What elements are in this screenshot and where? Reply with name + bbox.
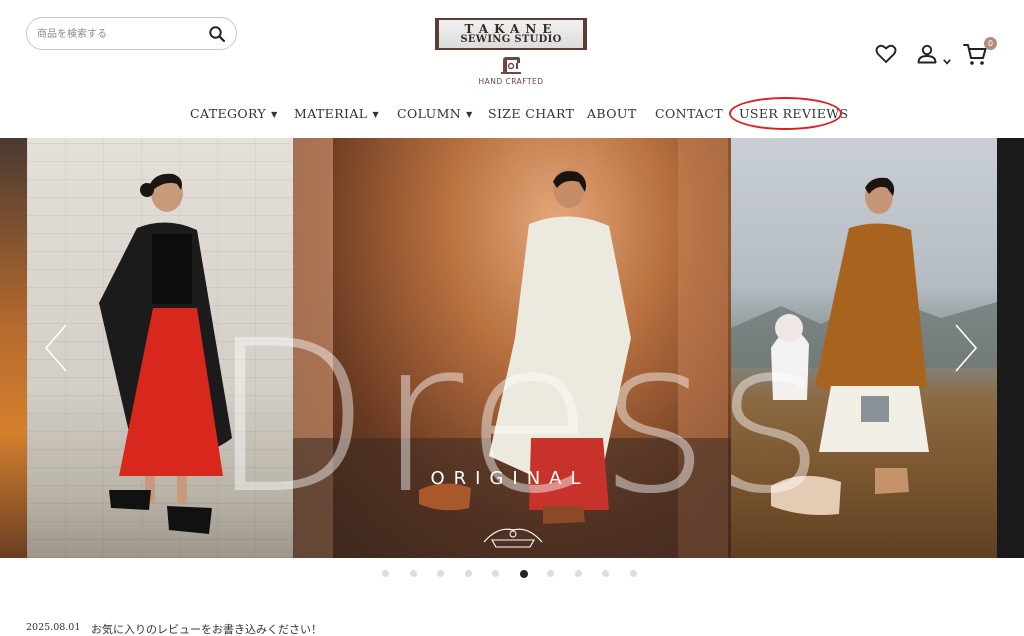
logo-signboard: TAKANE SEWING STUDIO — [435, 18, 587, 50]
heart-icon[interactable] — [875, 44, 897, 68]
slider-dot[interactable] — [547, 570, 554, 577]
nav-item-label: CONTACT — [655, 106, 724, 121]
slider-dot[interactable] — [437, 570, 444, 577]
slider-pagination — [0, 569, 1024, 580]
nav-item-label: COLUMN — [397, 106, 462, 121]
chevron-down-icon: ▼ — [372, 110, 380, 119]
slider-dot[interactable] — [382, 570, 389, 577]
chevron-down-icon: ▼ — [271, 110, 278, 119]
slider-prev-arrow-icon[interactable] — [44, 323, 68, 373]
logo-tagline: HAND CRAFTED — [478, 77, 544, 86]
slide-headline: Dress — [209, 295, 831, 540]
cart-count-badge: 0 — [984, 37, 997, 50]
chevron-down-icon: ▼ — [466, 110, 473, 119]
search-input[interactable] — [37, 25, 207, 43]
nav-item-label: CATEGORY — [190, 106, 267, 121]
hero-slider: Dress ORIGINAL — [0, 138, 1024, 558]
slider-dot[interactable] — [519, 569, 528, 578]
search-icon[interactable] — [208, 25, 226, 43]
news-date: 2025.08.01 — [26, 622, 81, 633]
handcrafted-badge-icon — [483, 528, 543, 548]
nav-item-about[interactable]: ABOUT — [587, 104, 637, 124]
news-item[interactable]: 2025.08.01 お気に入りのレビューをお書き込みください！ — [26, 621, 1006, 636]
logo-subtitle: SEWING STUDIO — [460, 34, 562, 45]
slider-next-arrow-icon[interactable] — [954, 323, 978, 373]
nav-item-material[interactable]: MATERIAL ▼ — [294, 104, 379, 125]
slide-subtitle: ORIGINAL — [430, 468, 590, 489]
cart-icon[interactable] — [963, 43, 987, 71]
sewing-machine-icon — [501, 57, 521, 74]
slider-dot[interactable] — [602, 570, 609, 577]
highlight-annotation-ring — [729, 97, 842, 130]
site-logo[interactable]: TAKANE SEWING STUDIO HAND CRAFTED — [435, 16, 587, 90]
slide-image-partial-right — [997, 138, 1024, 558]
slider-dot[interactable] — [629, 570, 637, 577]
user-icon[interactable] — [916, 43, 938, 69]
slider-dot[interactable] — [574, 570, 582, 577]
search-bar — [26, 17, 237, 50]
nav-item-category[interactable]: CATEGORY ▼ — [190, 104, 278, 125]
nav-item-size-chart[interactable]: SIZE CHART — [488, 104, 574, 124]
slider-dot[interactable] — [492, 570, 499, 577]
slide-image-partial-left — [0, 138, 27, 558]
nav-item-contact[interactable]: CONTACT — [655, 104, 723, 124]
nav-item-label: MATERIAL — [294, 106, 368, 121]
news-title-link[interactable]: お気に入りのレビューをお書き込みください！ — [91, 621, 322, 636]
nav-item-column[interactable]: COLUMN ▼ — [397, 104, 473, 125]
main-navigation: CATEGORY ▼ MATERIAL ▼ COLUMN ▼ SIZE CHART A… — [0, 104, 1024, 126]
nav-item-label: SIZE CHART — [488, 106, 575, 121]
slider-dot[interactable] — [409, 570, 417, 577]
chevron-down-icon[interactable] — [943, 50, 951, 69]
slider-dot[interactable] — [464, 570, 472, 577]
nav-item-label: ABOUT — [587, 106, 637, 121]
